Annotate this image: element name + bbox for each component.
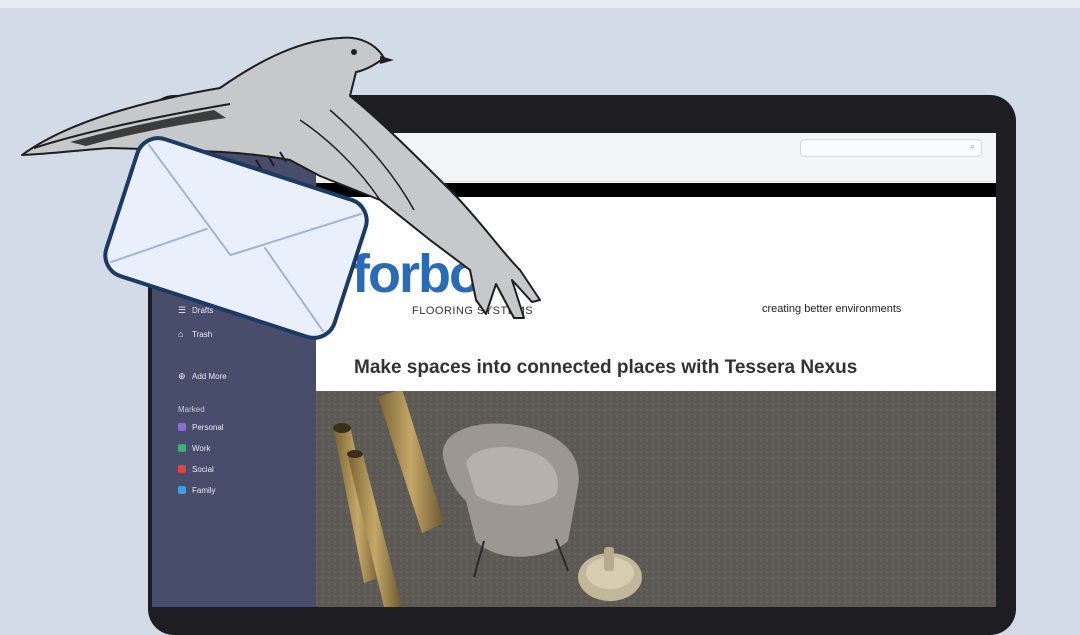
carrier-pigeon-illustration [21, 36, 541, 340]
